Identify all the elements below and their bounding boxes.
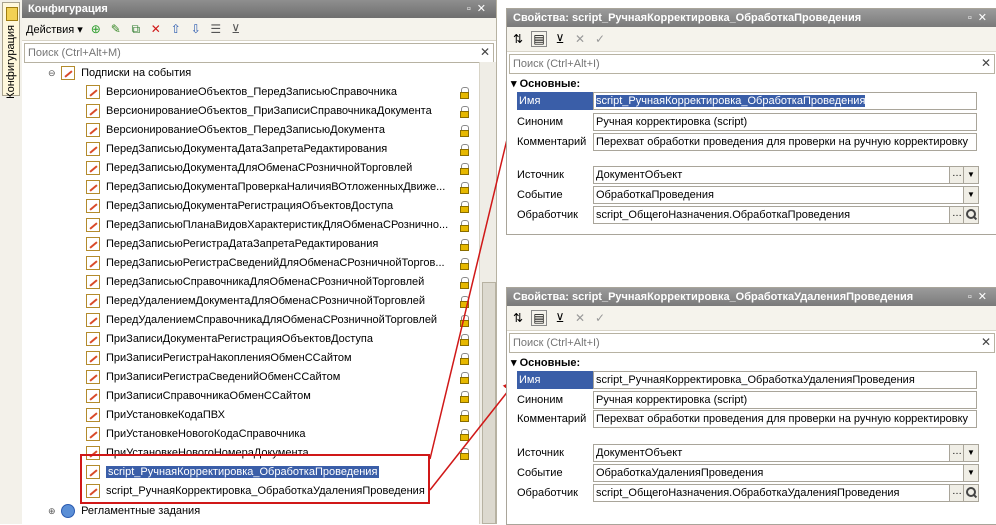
handler-field[interactable]: script_ОбщегоНазначения.ОбработкаУдалени… bbox=[593, 484, 979, 502]
synonym-field[interactable]: Ручная корректировка (script) bbox=[593, 113, 977, 131]
pin-icon[interactable]: ▫ bbox=[968, 291, 978, 303]
search-icon[interactable] bbox=[963, 485, 978, 501]
filter-icon[interactable]: ⊻ bbox=[553, 311, 567, 325]
prop1-titlebar: Свойства: script_РучнаяКорректировка_Обр… bbox=[507, 9, 996, 27]
source-value: ДокументОбъект bbox=[596, 169, 683, 181]
prop1-search[interactable]: ✕ bbox=[509, 54, 995, 74]
ellipsis-button[interactable]: … bbox=[949, 445, 964, 461]
synonym-label: Синоним bbox=[517, 116, 564, 128]
name-label: Имя bbox=[517, 371, 593, 389]
handler-label: Обработчик bbox=[517, 209, 578, 221]
properties-window-2: Свойства: script_РучнаяКорректировка_Обр… bbox=[506, 287, 996, 525]
source-field[interactable]: ДокументОбъект … ▼ bbox=[593, 444, 979, 462]
handler-label: Обработчик bbox=[517, 487, 578, 499]
clear-search-icon[interactable]: ✕ bbox=[981, 335, 991, 349]
name-field[interactable]: script_РучнаяКорректировка_ОбработкаУдал… bbox=[593, 371, 977, 389]
categorized-icon[interactable]: ▤ bbox=[531, 31, 547, 47]
event-value: ОбработкаУдаленияПроведения bbox=[596, 467, 764, 479]
clear-icon[interactable]: ✕ bbox=[573, 311, 587, 325]
ellipsis-button[interactable]: … bbox=[949, 167, 964, 183]
source-label: Источник bbox=[517, 447, 564, 459]
synonym-label: Синоним bbox=[517, 394, 564, 406]
comment-value: Перехват обработки проведения для провер… bbox=[596, 136, 969, 148]
comment-field[interactable]: Перехват обработки проведения для провер… bbox=[593, 133, 977, 151]
dropdown-arrow-icon[interactable]: ▼ bbox=[963, 167, 978, 183]
search-icon[interactable] bbox=[963, 207, 978, 223]
filter-icon[interactable]: ⊻ bbox=[553, 32, 567, 46]
comment-value: Перехват обработки проведения для провер… bbox=[596, 413, 969, 425]
handler-field[interactable]: script_ОбщегоНазначения.ОбработкаПроведе… bbox=[593, 206, 979, 224]
prop1-search-input[interactable] bbox=[510, 55, 965, 73]
prop1-section-label: Основные: bbox=[519, 78, 581, 90]
name-value: script_РучнаяКорректировка_ОбработкаУдал… bbox=[596, 374, 915, 386]
ellipsis-button[interactable]: … bbox=[949, 485, 964, 501]
dropdown-arrow-icon[interactable]: ▼ bbox=[963, 187, 978, 203]
source-field[interactable]: ДокументОбъект … ▼ bbox=[593, 166, 979, 184]
prop2-title: Свойства: script_РучнаяКорректировка_Обр… bbox=[513, 291, 914, 303]
categorized-icon[interactable]: ▤ bbox=[531, 310, 547, 326]
name-value: script_РучнаяКорректировка_ОбработкаПров… bbox=[596, 95, 866, 107]
prop1-section-header[interactable]: ▾ Основные: bbox=[507, 76, 996, 92]
prop2-toolbar: ⇅ ▤ ⊻ ✕ ✓ bbox=[507, 306, 996, 331]
close-icon[interactable]: ✕ bbox=[978, 12, 993, 24]
handler-value: script_ОбщегоНазначения.ОбработкаПроведе… bbox=[596, 209, 851, 221]
pin-icon[interactable]: ▫ bbox=[968, 12, 978, 24]
apply-icon[interactable]: ✓ bbox=[593, 311, 607, 325]
ellipsis-button[interactable]: … bbox=[949, 207, 964, 223]
name-field[interactable]: script_РучнаяКорректировка_ОбработкаПров… bbox=[593, 92, 977, 110]
event-field[interactable]: ОбработкаУдаленияПроведения ▼ bbox=[593, 464, 979, 482]
event-field[interactable]: ОбработкаПроведения ▼ bbox=[593, 186, 979, 204]
prop1-title: Свойства: script_РучнаяКорректировка_Обр… bbox=[513, 12, 862, 24]
prop2-search-input[interactable] bbox=[510, 334, 965, 352]
prop1-toolbar: ⇅ ▤ ⊻ ✕ ✓ bbox=[507, 27, 996, 52]
apply-icon[interactable]: ✓ bbox=[593, 32, 607, 46]
prop2-search[interactable]: ✕ bbox=[509, 333, 995, 353]
clear-search-icon[interactable]: ✕ bbox=[981, 56, 991, 70]
handler-value: script_ОбщегоНазначения.ОбработкаУдалени… bbox=[596, 487, 900, 499]
name-label: Имя bbox=[517, 92, 593, 110]
event-label: Событие bbox=[517, 467, 563, 479]
arrow-to-prop1 bbox=[429, 99, 521, 460]
comment-field[interactable]: Перехват обработки проведения для провер… bbox=[593, 410, 977, 428]
clear-icon[interactable]: ✕ bbox=[573, 32, 587, 46]
comment-label: Комментарий bbox=[517, 136, 587, 148]
sort-alpha-icon[interactable]: ⇅ bbox=[511, 311, 525, 325]
source-value: ДокументОбъект bbox=[596, 447, 683, 459]
dropdown-arrow-icon[interactable]: ▼ bbox=[963, 445, 978, 461]
synonym-field[interactable]: Ручная корректировка (script) bbox=[593, 391, 977, 409]
synonym-value: Ручная корректировка (script) bbox=[596, 394, 748, 406]
arrow-to-prop2 bbox=[429, 378, 518, 491]
event-label: Событие bbox=[517, 189, 563, 201]
dropdown-arrow-icon[interactable]: ▼ bbox=[963, 465, 978, 481]
event-value: ОбработкаПроведения bbox=[596, 189, 714, 201]
properties-window-1: Свойства: script_РучнаяКорректировка_Обр… bbox=[506, 8, 996, 235]
sort-alpha-icon[interactable]: ⇅ bbox=[511, 32, 525, 46]
prop2-section-header[interactable]: ▾ Основные: bbox=[507, 355, 996, 371]
synonym-value: Ручная корректировка (script) bbox=[596, 116, 748, 128]
prop2-titlebar: Свойства: script_РучнаяКорректировка_Обр… bbox=[507, 288, 996, 306]
source-label: Источник bbox=[517, 169, 564, 181]
comment-label: Комментарий bbox=[517, 413, 587, 425]
close-icon[interactable]: ✕ bbox=[978, 291, 993, 303]
prop2-section-label: Основные: bbox=[519, 357, 581, 369]
